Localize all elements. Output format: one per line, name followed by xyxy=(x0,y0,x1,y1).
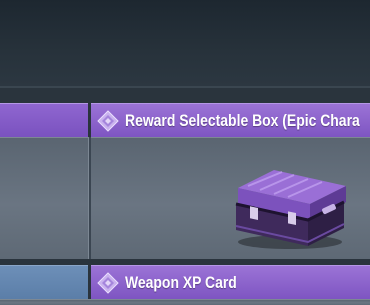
row-body-left xyxy=(0,137,88,259)
reward-selectable-box-header[interactable]: Reward Selectable Box (Epic Chara xyxy=(91,103,370,137)
reward-item-cell[interactable] xyxy=(91,137,370,259)
purple-crate-icon xyxy=(230,162,350,252)
diamond-icon xyxy=(97,109,119,132)
top-panel xyxy=(0,0,370,86)
weapon-xp-card-header[interactable]: Weapon XP Card xyxy=(91,265,370,299)
diamond-icon xyxy=(97,271,119,294)
row2-header-left xyxy=(0,265,88,299)
row2-body xyxy=(0,299,370,305)
divider xyxy=(0,86,370,88)
reward-title: Reward Selectable Box (Epic Chara xyxy=(125,110,360,130)
reward-grid: Reward Selectable Box (Epic Chara Weapon… xyxy=(0,99,370,305)
row-header-left xyxy=(0,103,88,137)
weapon-xp-card-title: Weapon XP Card xyxy=(125,272,237,292)
